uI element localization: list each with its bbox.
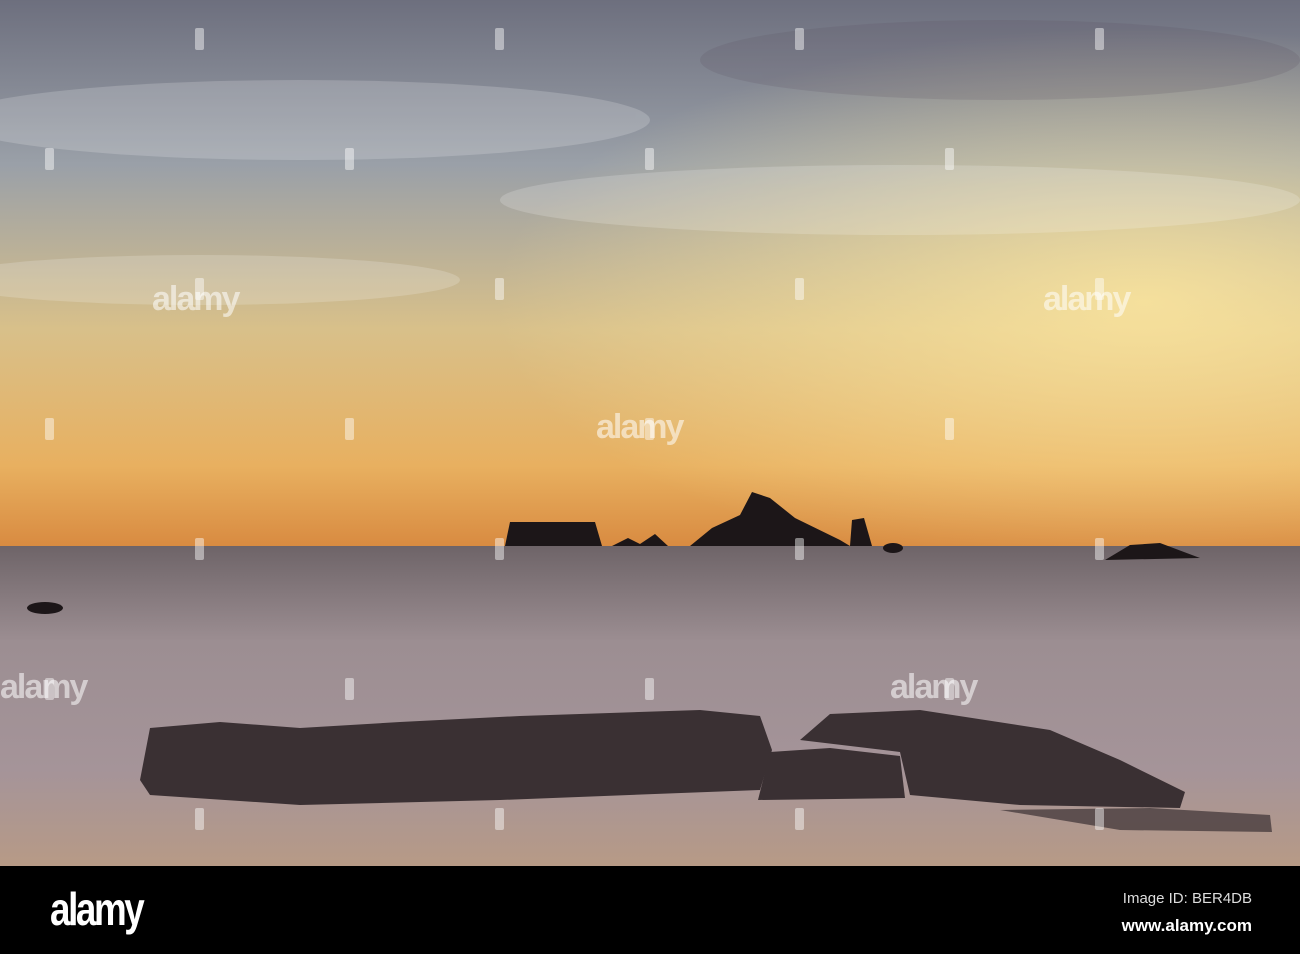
watermark-dot: [1095, 538, 1104, 560]
stock-photo: alamy alamy alamy alamy alamy alamy Imag…: [0, 0, 1300, 954]
watermark-dot: [945, 418, 954, 440]
watermark-dot: [495, 538, 504, 560]
watermark-dot: [45, 418, 54, 440]
watermark-dot: [795, 538, 804, 560]
watermark-dot: [1095, 28, 1104, 50]
website-link[interactable]: www.alamy.com: [1122, 916, 1252, 936]
watermark-dot: [45, 148, 54, 170]
watermark-dot: [345, 678, 354, 700]
watermark-dot: [645, 148, 654, 170]
watermark-dot: [945, 148, 954, 170]
watermark: alamy: [1043, 280, 1131, 318]
watermark-dot: [195, 538, 204, 560]
watermark-dot: [345, 148, 354, 170]
watermark-dot: [45, 678, 54, 700]
watermark-dot: [795, 278, 804, 300]
watermark-dot: [945, 678, 954, 700]
watermark-dot: [1095, 808, 1104, 830]
watermark-dot: [195, 28, 204, 50]
watermark-dot: [495, 28, 504, 50]
watermark: alamy: [596, 408, 684, 446]
watermark-dot: [495, 278, 504, 300]
watermark-dot: [345, 418, 354, 440]
footer-bar: alamy Image ID: BER4DB www.alamy.com: [0, 866, 1300, 954]
watermark: alamy: [890, 668, 978, 706]
watermark-dot: [195, 278, 204, 300]
image-id: Image ID: BER4DB: [1122, 890, 1252, 907]
watermark: alamy: [0, 668, 88, 706]
watermark-dot: [645, 678, 654, 700]
watermark-dot: [495, 808, 504, 830]
watermark-dot: [795, 808, 804, 830]
alamy-logo: alamy: [50, 883, 145, 935]
watermark-dot: [795, 28, 804, 50]
watermark-dot: [1095, 278, 1104, 300]
watermark-dot: [645, 418, 654, 440]
watermark-dot: [195, 808, 204, 830]
